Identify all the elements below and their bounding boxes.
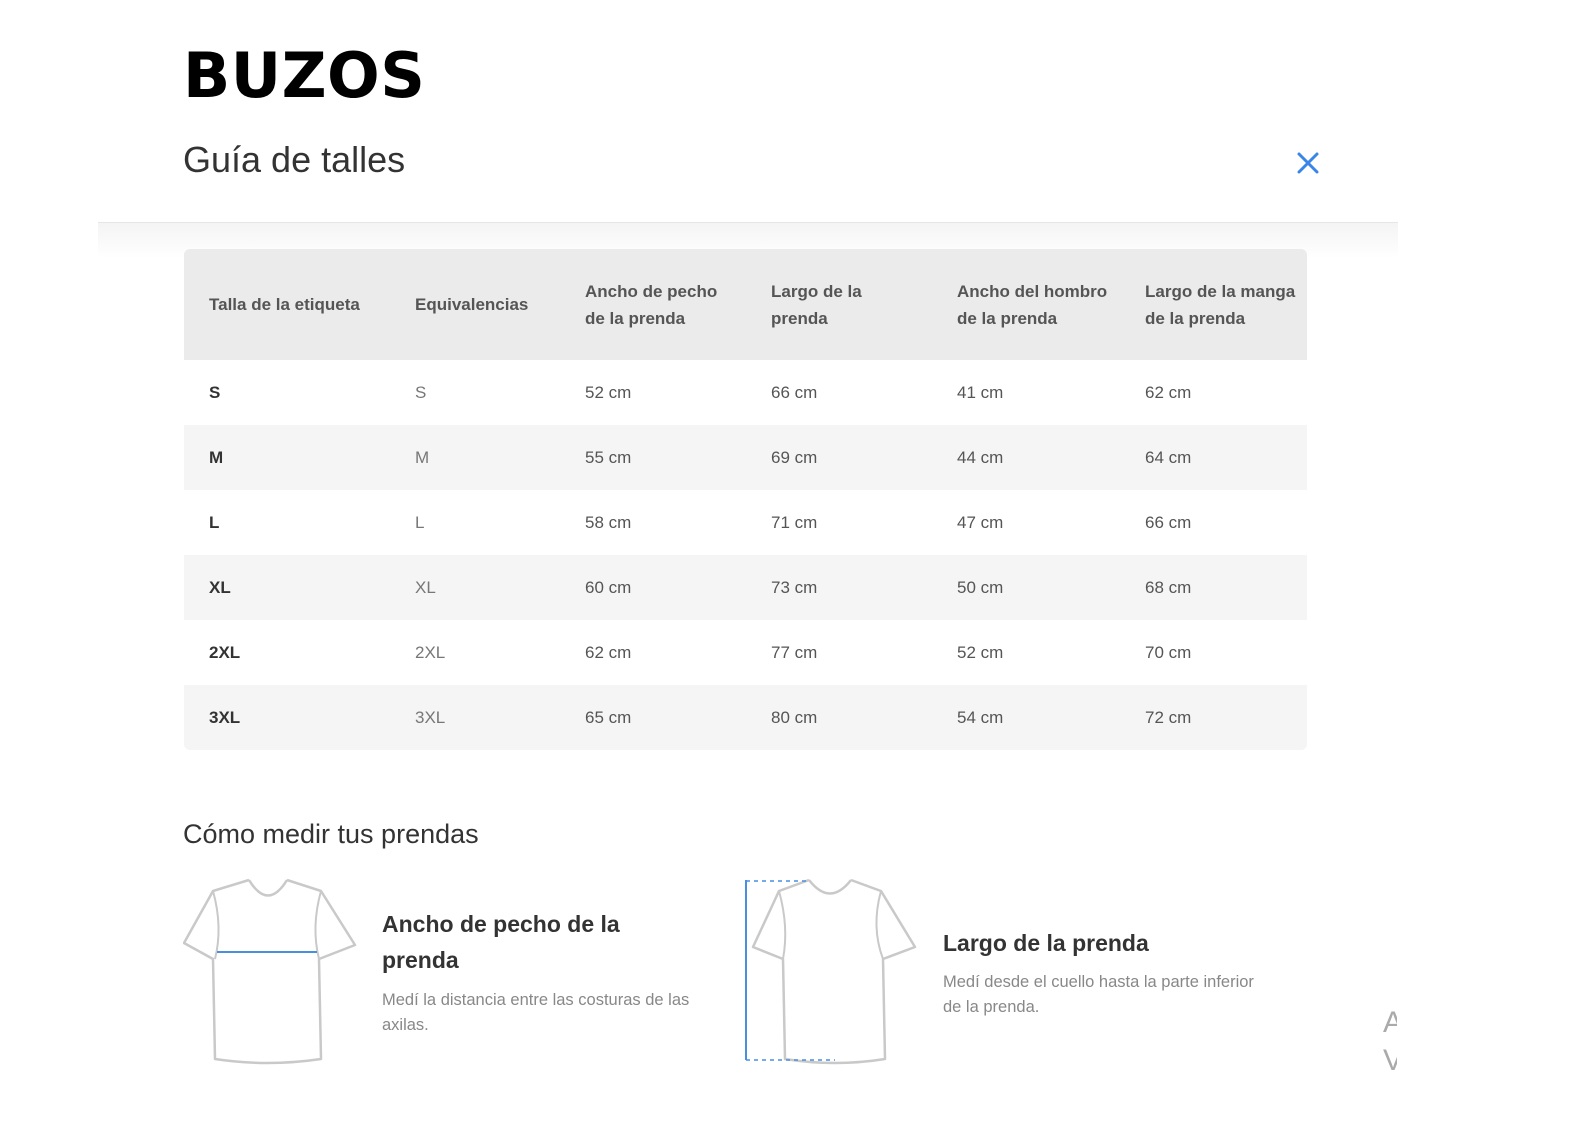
table-cell: 68 cm [1145, 577, 1192, 597]
table-row: XL XL 60 cm 73 cm 50 cm 68 cm [184, 555, 1307, 620]
table-cell: 73 cm [771, 577, 818, 597]
table-cell: 50 cm [957, 577, 1004, 597]
table-cell: 77 cm [771, 642, 818, 662]
table-cell: 72 cm [1145, 707, 1192, 727]
table-cell-talla: L [209, 512, 220, 532]
table-cell: 47 cm [957, 512, 1004, 532]
table-cell-equivalencia: XL [415, 577, 436, 597]
measure-section-title: Cómo medir tus prendas [183, 819, 479, 849]
table-cell-equivalencia: 3XL [415, 707, 446, 727]
table-cell-equivalencia: L [415, 512, 425, 532]
table-cell: 70 cm [1145, 642, 1192, 662]
table-cell-equivalencia: S [415, 382, 427, 402]
table-header-row: Talla de la etiqueta Equivalencias Ancho… [184, 249, 1307, 360]
measure-card-heading: Ancho de pecho de la prenda [382, 911, 620, 973]
measure-card-description: Medí desde el cuello hasta la parte infe… [943, 973, 1254, 1016]
table-cell-equivalencia: M [415, 447, 430, 467]
size-table: Talla de la etiqueta Equivalencias Ancho… [184, 249, 1307, 750]
measure-card-heading: Largo de la prenda [943, 930, 1149, 956]
table-cell: 52 cm [585, 382, 632, 402]
table-cell: 66 cm [771, 382, 818, 402]
close-icon [1297, 152, 1319, 174]
measure-card-description: Medí la distancia entre las costuras de … [382, 991, 690, 1034]
column-header-largo-prenda: Largo de la prenda [771, 281, 862, 328]
table-cell: 54 cm [957, 707, 1004, 727]
table-cell-talla: 3XL [209, 707, 241, 727]
partial-next-card-text: A V [1383, 1006, 1397, 1077]
table-cell: 41 cm [957, 382, 1004, 402]
table-row: L L 58 cm 71 cm 47 cm 66 cm [184, 490, 1307, 555]
table-cell-talla: 2XL [209, 642, 241, 662]
column-header-ancho-pecho: Ancho de pecho de la prenda [585, 281, 718, 328]
table-cell: 69 cm [771, 447, 818, 467]
table-row: 2XL 2XL 62 cm 77 cm 52 cm 70 cm [184, 620, 1307, 685]
measure-card-garment-length: Largo de la prenda Medí desde el cuello … [745, 877, 1305, 1067]
table-cell: 58 cm [585, 512, 632, 532]
modal-title: Guía de talles [183, 139, 406, 180]
table-cell-equivalencia: 2XL [415, 642, 446, 662]
column-header-largo-manga: Largo de la manga de la prenda [1145, 281, 1296, 328]
table-cell-talla: XL [209, 577, 231, 597]
table-cell: 65 cm [585, 707, 632, 727]
measure-card-chest-width: Ancho de pecho de la prenda Medí la dist… [183, 877, 723, 1067]
table-cell-talla: S [209, 382, 221, 402]
column-header-talla: Talla de la etiqueta [209, 295, 360, 314]
table-cell: 80 cm [771, 707, 818, 727]
column-header-equivalencias: Equivalencias [415, 295, 529, 314]
table-cell: 60 cm [585, 577, 632, 597]
table-row: 3XL 3XL 65 cm 80 cm 54 cm 72 cm [184, 685, 1307, 750]
table-cell: 62 cm [585, 642, 632, 662]
close-button[interactable] [1291, 146, 1325, 180]
table-cell: 64 cm [1145, 447, 1192, 467]
brand-title: BUZOS [183, 39, 426, 112]
table-cell: 55 cm [585, 447, 632, 467]
column-header-ancho-hombro: Ancho del hombro de la prenda [957, 281, 1108, 328]
table-cell: 71 cm [771, 512, 818, 532]
shirt-chest-width-icon [183, 878, 357, 1065]
table-cell-talla: M [209, 447, 224, 467]
table-cell: 62 cm [1145, 382, 1192, 402]
table-cell: 44 cm [957, 447, 1004, 467]
table-cell: 66 cm [1145, 512, 1192, 532]
table-row: M M 55 cm 69 cm 44 cm 64 cm [184, 425, 1307, 490]
table-row: S S 52 cm 66 cm 41 cm 62 cm [184, 360, 1307, 425]
shirt-length-icon [745, 878, 917, 1065]
table-cell: 52 cm [957, 642, 1004, 662]
